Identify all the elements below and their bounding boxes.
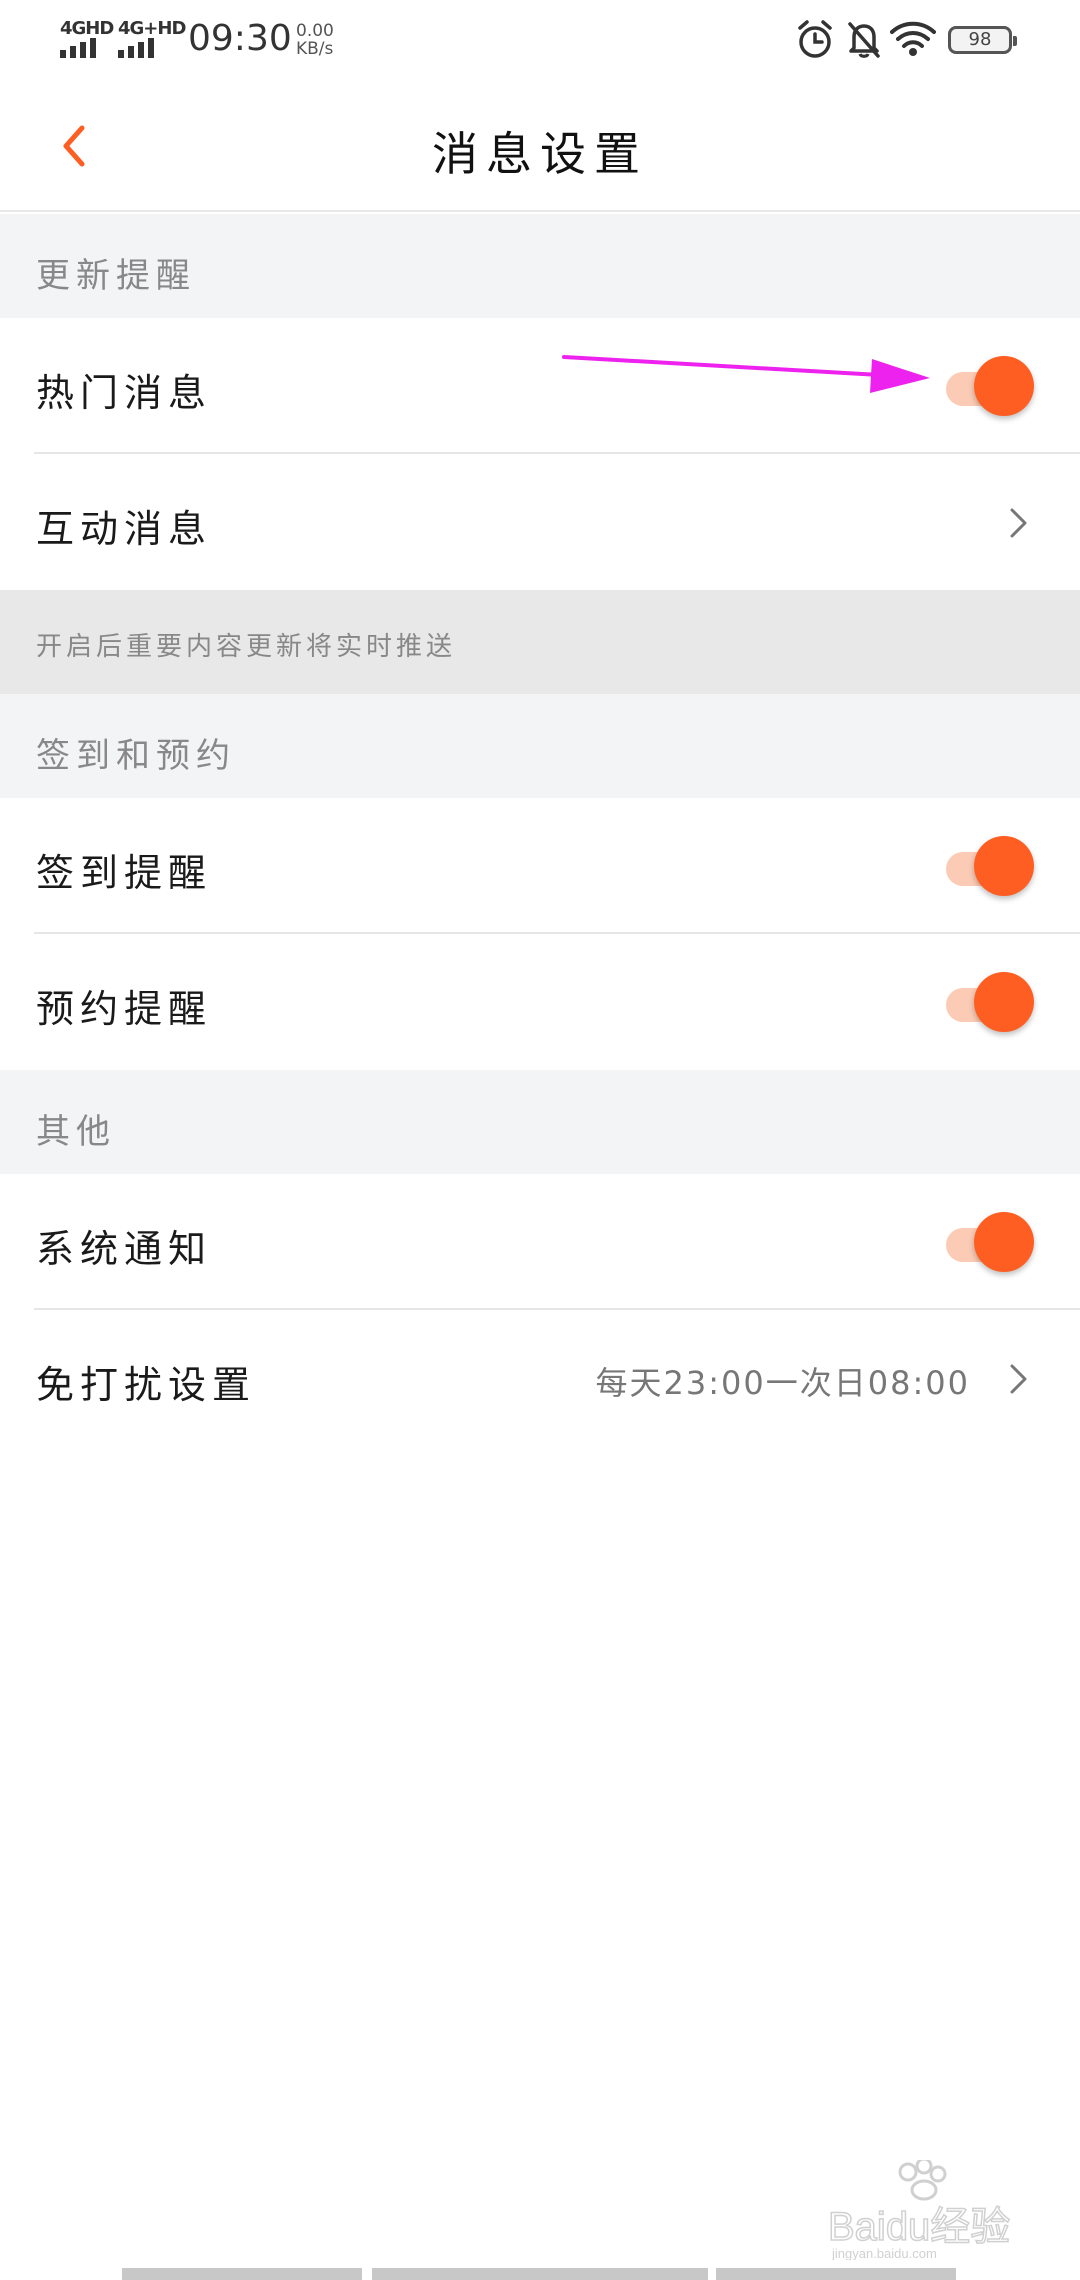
watermark-logo: Baidu经验 jingyan.baidu.com [827,2157,1028,2261]
page-title: 消息设置 [432,127,648,181]
row-do-not-disturb[interactable]: 免打扰设置 每天23:00一次日08:00 [0,1310,1080,1446]
reservation-reminder-toggle[interactable] [940,970,1036,1034]
network-speed-value: 0.00 [296,21,334,41]
network-label-2: 4G+HD [118,18,186,39]
alarm-icon [798,20,832,58]
toggle-knob [974,1212,1034,1272]
system-notice-label: 系统通知 [36,1227,213,1271]
update-note-text: 开启后重要内容更新将实时推送 [36,632,457,662]
network-speed-unit: KB/s [296,39,334,59]
nav-segment-left [122,2268,362,2280]
wifi-icon [890,21,936,56]
signal-bars-1-icon [60,38,96,58]
dnd-time-range: 每天23:00一次日08:00 [595,1364,970,1402]
row-interactive-messages[interactable]: 互动消息 [0,454,1080,590]
network-speed: 0.00 KB/s [296,22,334,58]
chevron-right-icon [1010,508,1027,538]
battery-indicator: 98 [948,26,1017,54]
mute-bell-icon [848,22,880,58]
baidu-paw-icon: Baidu经验 jingyan.baidu.com [827,2157,1011,2261]
interactive-messages-label: 互动消息 [36,507,213,551]
watermark-subtext: jingyan.baidu.com [831,2246,937,2260]
hot-messages-label: 热门消息 [36,371,213,415]
update-note: 开启后重要内容更新将实时推送 [0,590,1080,694]
hot-messages-toggle[interactable] [940,354,1036,418]
watermark-text: Baidu经验 [828,2205,1010,2249]
section-header-update: 更新提醒 [0,214,1080,318]
status-bar: 4GHD 4G+HD 09:30 0.00 KB/s 98 [0,0,1080,80]
app-header: 消息设置 [0,80,1080,212]
nav-segment-right [716,2268,956,2280]
network-label-1: 4GHD [60,18,114,39]
section-title-other: 其他 [36,1112,116,1152]
toggle-knob [974,836,1034,896]
status-time: 09:30 [188,18,292,59]
checkin-reminder-toggle[interactable] [940,834,1036,898]
row-checkin-reminder: 签到提醒 [0,798,1080,934]
toggle-knob [974,356,1034,416]
row-reservation-reminder: 预约提醒 [0,934,1080,1070]
annotation-arrow-icon [562,355,930,393]
signal-bars-2-icon [118,38,154,58]
section-title-checkin: 签到和预约 [36,736,236,776]
toggle-knob [974,972,1034,1032]
dnd-label: 免打扰设置 [36,1363,257,1407]
section-header-checkin: 签到和预约 [0,694,1080,798]
section-header-other: 其他 [0,1070,1080,1174]
chevron-right-icon [1010,1364,1027,1394]
row-system-notice: 系统通知 [0,1174,1080,1310]
system-notice-toggle[interactable] [940,1210,1036,1274]
nav-segment-center [372,2268,708,2280]
reservation-reminder-label: 预约提醒 [36,987,213,1031]
checkin-reminder-label: 签到提醒 [36,851,213,895]
section-title-update: 更新提醒 [36,256,196,296]
